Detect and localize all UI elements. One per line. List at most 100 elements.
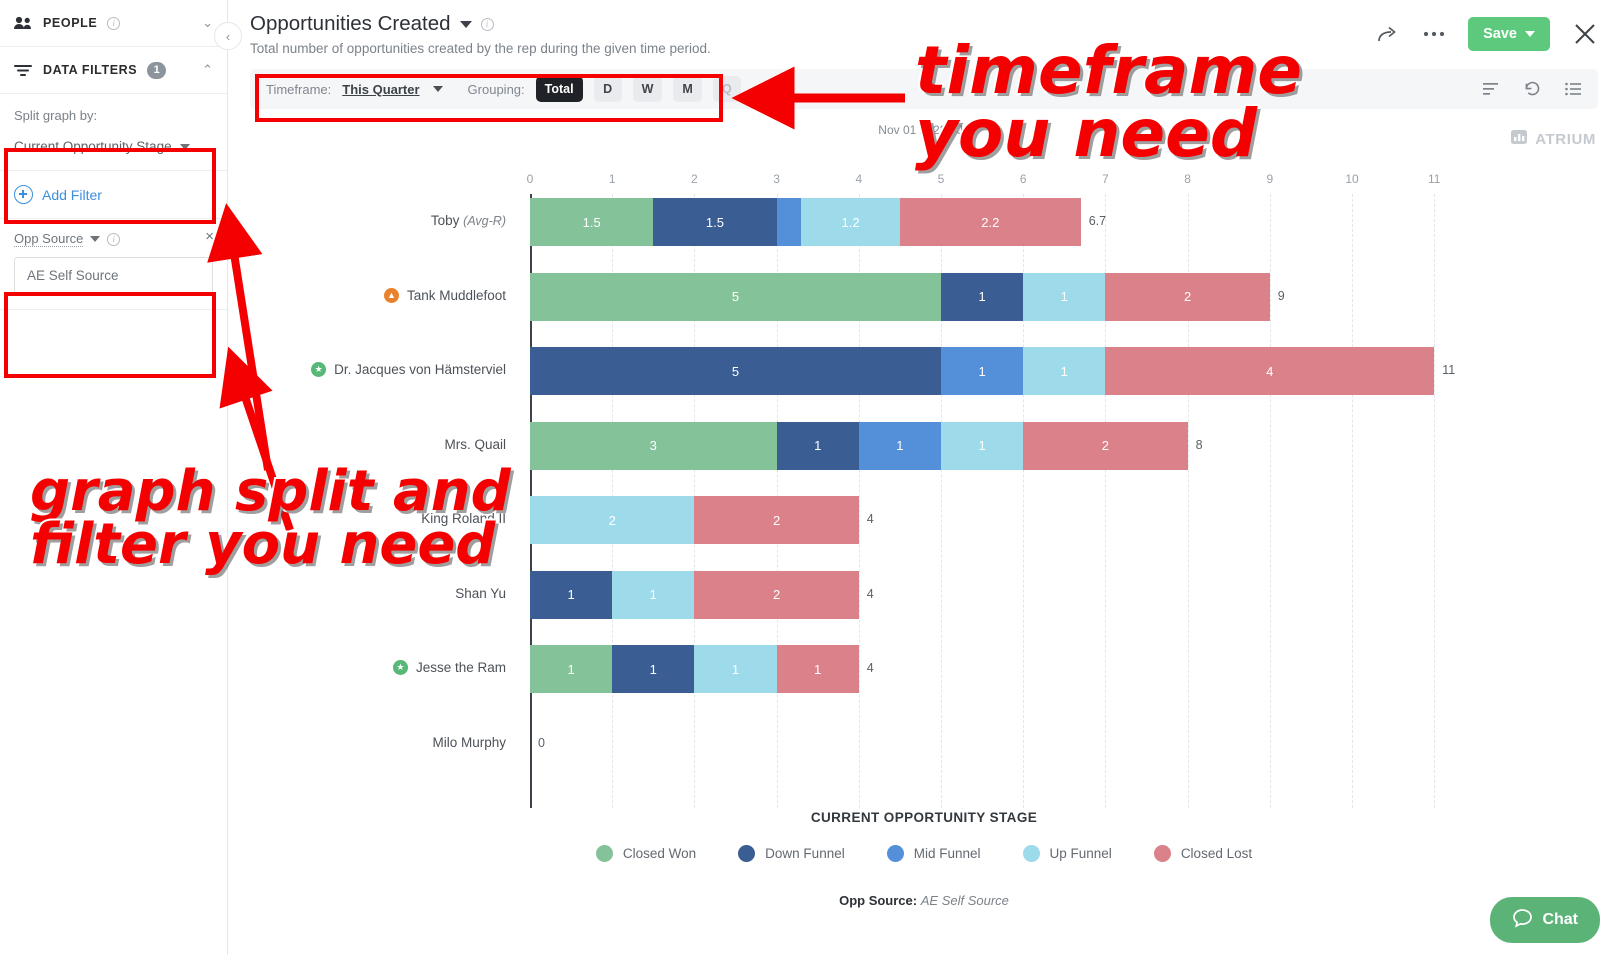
grouping-option-month[interactable]: M [673,76,702,102]
sidebar-section-people[interactable]: PEOPLE i ⌄ [0,0,227,47]
close-icon[interactable] [1572,21,1598,47]
chevron-down-icon[interactable] [459,20,472,28]
chevron-down-icon [179,143,190,150]
list-view-icon[interactable] [1565,82,1582,96]
grouping-option-week[interactable]: W [632,76,663,102]
chart-bar[interactable]: 5112 [530,272,1270,321]
chart-bar-segment[interactable]: 1 [941,272,1024,321]
chart-bar-segment[interactable]: 1 [694,645,777,693]
chart-row-label-wrap: Shan Yu [455,586,506,601]
chart-bar-segment[interactable]: 3 [530,421,777,470]
legend-label: Closed Lost [1180,846,1253,861]
filter-value-input[interactable]: AE Self Source [14,257,213,293]
chart-bar-segment[interactable]: 1 [940,421,1024,470]
chart-bar[interactable]: 1111 [530,645,859,693]
x-axis-tick: 8 [1184,172,1191,186]
chat-button[interactable]: Chat [1490,897,1600,943]
chart-bar-segment[interactable]: 2.2 [899,198,1081,246]
chevron-down-icon[interactable] [90,236,101,242]
chart-row-name: Milo Murphy [432,734,506,750]
collapse-sidebar-button[interactable]: ‹ [214,22,242,50]
chart-bar-segment[interactable]: 1.5 [653,198,777,246]
chevron-down-icon[interactable]: ⌄ [202,15,213,31]
split-graph-by-value: Current Opportunity Stage [14,139,172,154]
legend-item[interactable]: Closed Won [595,845,696,862]
opp-source-footnote-prefix: Opp Source: [839,893,918,908]
chart-bar-segment[interactable]: 1 [530,570,613,619]
chart-bar-segment[interactable]: 1 [530,645,613,693]
chart-bar-segment[interactable]: 5 [530,272,941,321]
chart-bar-segment[interactable]: 1 [776,421,859,470]
chart-bar-total: 11 [1442,363,1456,377]
chevron-down-icon[interactable] [432,86,443,92]
chart-row: Mrs. Quail 3 1 1 1 2 8 [228,421,1620,470]
stacked-bar-chart: 0 1 2 3 4 5 6 7 8 9 10 11 Toby (Avg-R) 1.5 1.5 1.2 2.2 6… [228,160,1620,808]
chart-row-label: ▲ Tank Muddlefoot [228,287,518,303]
grouping-option-quarter: Q [712,76,741,102]
split-graph-by-block: Split graph by: Current Opportunity Stag… [0,94,227,171]
chart-bar[interactable]: 22 [530,496,859,544]
chart-bar-segment[interactable]: 1 [612,570,695,619]
sort-icon[interactable] [1483,82,1500,96]
chart-bar[interactable]: 112 [530,570,859,619]
more-options-icon[interactable] [1422,30,1446,38]
reset-icon[interactable] [1524,81,1541,97]
chart-legend: Closed Won Down Funnel Mid Funnel Up Funnel… [228,845,1620,862]
remove-filter-icon[interactable]: × [205,229,214,244]
warning-badge-icon: ▲ [383,287,399,303]
page-title: Opportunities Created [250,12,451,35]
chart-bar-segment[interactable]: 1 [612,645,695,693]
split-graph-by-select[interactable]: Current Opportunity Stage [14,139,213,154]
share-arrow-icon[interactable] [1376,23,1400,45]
info-icon[interactable]: i [480,17,494,31]
filter-field-name[interactable]: Opp Source [14,231,84,247]
add-filter-button[interactable]: Add Filter [14,185,213,204]
info-icon[interactable]: i [107,232,121,246]
chart-bar-segment[interactable]: 1.2 [801,198,900,246]
legend-item[interactable]: Mid Funnel [886,845,981,862]
chart-bar-total: 9 [1277,288,1285,303]
save-button[interactable]: Save [1468,17,1550,51]
legend-item[interactable]: Closed Lost [1153,845,1253,862]
chart-bar[interactable]: 1.5 1.5 1.2 2.2 [530,198,1081,246]
grouping-option-day[interactable]: D [593,76,622,102]
chart-bar-segment[interactable]: 1 [1023,347,1106,395]
chevron-up-icon[interactable]: ⌃ [202,62,213,78]
chart-bar-segment[interactable]: 1.5 [530,198,654,246]
chart-bar-segment[interactable]: 4 [1105,347,1435,395]
sidebar-section-data-filters[interactable]: DATA FILTERS 1 ⌃ [0,47,227,94]
legend-item[interactable]: Up Funnel [1022,845,1112,862]
left-sidebar: PEOPLE i ⌄ DATA FILTERS 1 ⌃ Split graph … [0,0,228,955]
chart-bar-segment[interactable]: 2 [694,570,859,619]
filter-card-header: Opp Source i [14,231,213,247]
chart-bar[interactable]: 5114 [530,347,1435,395]
chart-bar[interactable]: 31112 [530,421,1188,470]
chart-bar-segment[interactable]: 2 [1023,421,1188,470]
grouping-option-total[interactable]: Total [535,76,583,102]
timeframe-value[interactable]: This Quarter [342,82,419,97]
chart-bar-segment[interactable]: 2 [530,496,695,544]
bar-chart-icon [1511,130,1528,149]
opp-source-footnote-value: AE Self Source [920,893,1009,908]
top-actions: Save [1376,17,1598,51]
legend-item[interactable]: Down Funnel [738,845,845,862]
chart-bar-segment[interactable] [776,198,802,246]
x-axis-ticks: 0 1 2 3 4 5 6 7 8 9 10 11 [228,172,1620,188]
chart-row: Milo Murphy 0 [228,720,1620,768]
chart-bar-segment[interactable]: 2 [1105,272,1270,321]
add-filter-block: Add Filter [0,171,227,219]
chart-row: King Roland II 2 2 4 [228,496,1620,544]
chart-bar-segment[interactable]: 1 [776,645,859,693]
main-panel: ‹ Opportunities Created i Total number o… [214,0,1620,955]
chart-bar-segment[interactable]: 1 [1023,272,1106,321]
chart-row-name: Jesse the Ram [415,660,506,675]
star-badge-icon: ★ [311,362,327,377]
info-icon[interactable]: i [107,16,121,30]
chart-bar-segment[interactable]: 2 [694,496,859,544]
chart-row-name: Dr. Jacques von Hämsterviel [334,362,506,377]
chart-bar-segment[interactable]: 1 [941,347,1024,395]
chart-bar-segment[interactable]: 5 [530,347,941,395]
chart-bar-total: 4 [866,661,874,675]
date-range-label: Nov 01 2022 - Ja [878,123,970,137]
chart-bar-segment[interactable]: 1 [858,421,941,470]
